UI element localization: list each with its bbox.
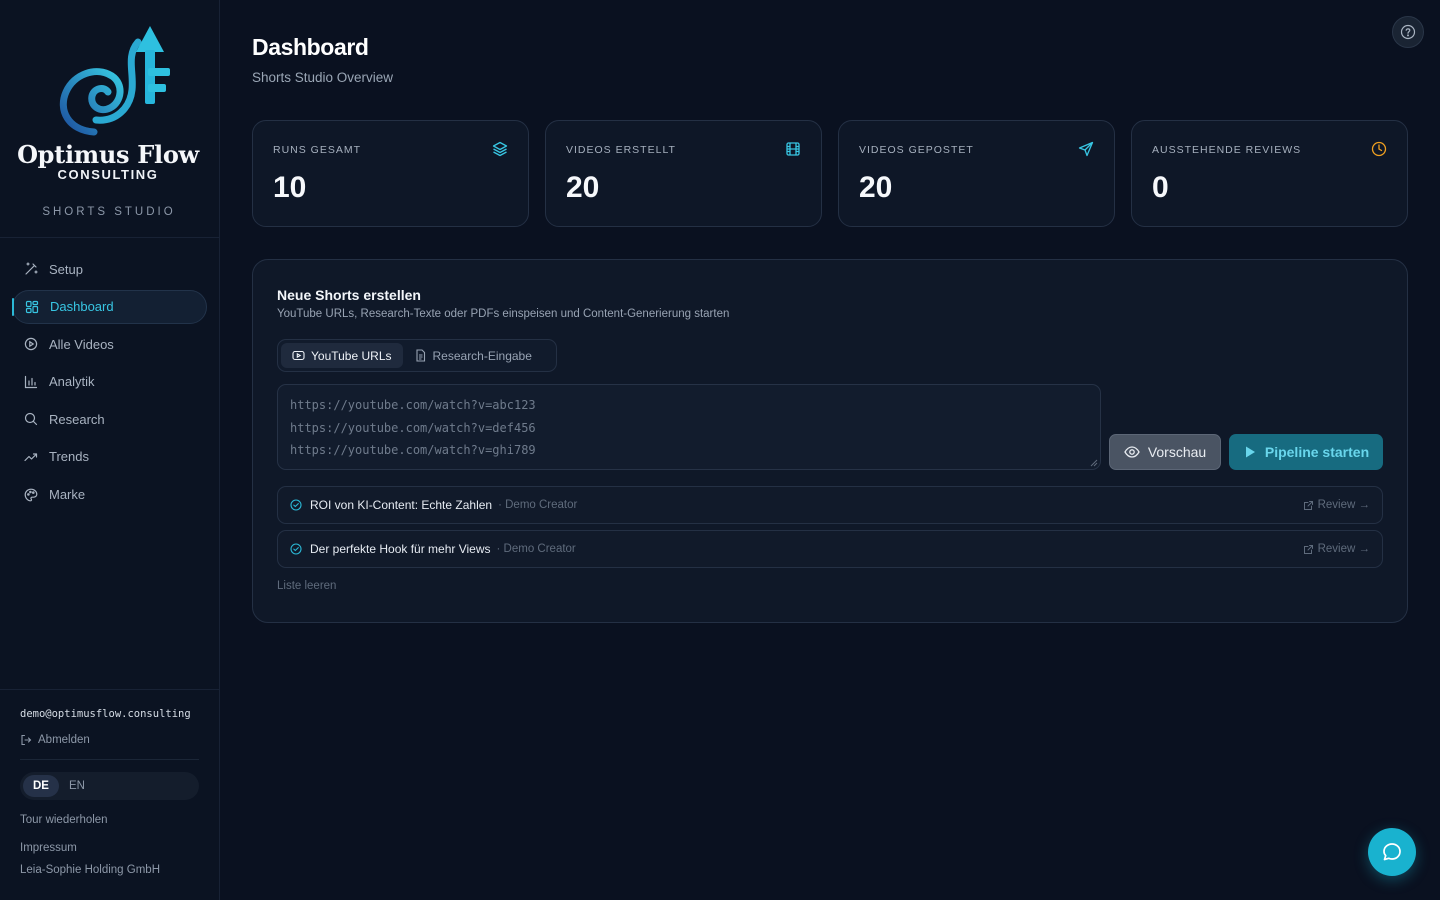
input-tabs: YouTube URLs Research-Eingabe	[277, 339, 557, 372]
main-content: Dashboard Shorts Studio Overview RUNS GE…	[220, 0, 1440, 900]
stat-label: RUNS GESAMT	[273, 144, 362, 156]
layers-icon	[492, 141, 508, 157]
send-icon	[1078, 141, 1094, 157]
list-item: Der perfekte Hook für mehr Views · Demo …	[277, 530, 1383, 568]
logout-icon	[21, 734, 32, 746]
logout-link[interactable]: Abmelden	[20, 734, 199, 746]
divider	[20, 759, 199, 760]
main-nav: Setup Dashboard Alle Videos Analytik Res…	[12, 252, 207, 515]
stat-value: 20	[859, 171, 893, 204]
create-shorts-panel: Neue Shorts erstellen YouTube URLs, Rese…	[252, 259, 1408, 623]
start-pipeline-label: Pipeline starten	[1264, 444, 1370, 460]
item-creator: · Demo Creator	[498, 499, 578, 511]
impressum-link[interactable]: Impressum	[20, 842, 199, 854]
brand-name: Optimus Flow	[17, 140, 199, 169]
film-icon	[786, 142, 800, 156]
chat-icon	[1383, 843, 1401, 861]
stat-label: VIDEOS ERSTELLT	[566, 144, 676, 156]
placeholder-line: https://youtube.com/watch?v=def456	[290, 420, 536, 435]
nav-label: Trends	[49, 449, 89, 465]
page-title: Dashboard	[252, 34, 369, 60]
play-icon	[1245, 446, 1255, 458]
brand-subtitle: CONSULTING	[57, 167, 159, 182]
help-button[interactable]	[1392, 16, 1424, 48]
review-link[interactable]: Review →	[1303, 531, 1370, 567]
preview-label: Vorschau	[1147, 444, 1207, 460]
stat-card-videos-created: VIDEOS ERSTELLT 20	[545, 120, 822, 227]
placeholder-line: https://youtube.com/watch?v=abc123	[290, 398, 536, 412]
optimus-flow-logo	[59, 26, 170, 136]
stat-value: 10	[273, 171, 307, 204]
resize-handle-icon[interactable]	[1090, 459, 1098, 467]
nav-item-trends[interactable]: Trends	[12, 440, 207, 474]
tab-label: YouTube URLs	[311, 348, 392, 363]
stat-card-videos-posted: VIDEOS GEPOSTET 20	[838, 120, 1115, 227]
external-link-icon	[1303, 500, 1313, 510]
clear-list-link[interactable]: Liste leeren	[277, 580, 336, 592]
tab-label: Research-Eingabe	[432, 348, 532, 363]
lang-de-button[interactable]: DE	[23, 775, 59, 797]
nav-label: Alle Videos	[49, 336, 114, 352]
list-item: ROI von KI-Content: Echte Zahlen · Demo …	[277, 486, 1383, 524]
review-label: Review →	[1317, 543, 1370, 555]
stat-card-pending-reviews: AUSSTEHENDE REVIEWS 0	[1131, 120, 1408, 227]
preview-button[interactable]: Vorschau	[1109, 434, 1221, 470]
nav-label: Setup	[49, 261, 83, 277]
review-label: Review →	[1317, 499, 1370, 511]
nav-item-marke[interactable]: Marke	[12, 478, 207, 512]
tab-youtube-urls[interactable]: YouTube URLs	[281, 343, 403, 368]
chat-button[interactable]	[1368, 828, 1416, 876]
eye-icon	[1124, 446, 1140, 458]
stat-value: 20	[566, 171, 600, 204]
account-section: demo@optimusflow.consulting Abmelden DE …	[0, 689, 219, 876]
nav-item-dashboard[interactable]: Dashboard	[12, 289, 207, 324]
nav-label: Research	[49, 411, 105, 427]
lang-en-button[interactable]: EN	[59, 775, 95, 797]
bar-chart-icon	[24, 375, 38, 389]
external-link-icon	[1303, 544, 1313, 554]
item-title: Der perfekte Hook für mehr Views	[310, 542, 491, 556]
clock-icon	[1371, 141, 1387, 157]
help-icon	[1400, 24, 1416, 40]
play-circle-icon	[24, 337, 38, 351]
tab-research-eingabe[interactable]: Research-Eingabe	[403, 343, 543, 368]
nav-label: Marke	[49, 487, 86, 503]
review-link[interactable]: Review →	[1303, 487, 1370, 523]
placeholder-line: https://youtube.com/watch?v=ghi789	[290, 443, 536, 458]
item-title: ROI von KI-Content: Echte Zahlen	[310, 498, 493, 512]
url-textarea[interactable]: https://youtube.com/watch?v=abc123 https…	[277, 384, 1101, 470]
grid-icon	[25, 300, 39, 314]
palette-icon	[24, 488, 38, 502]
account-email: demo@optimusflow.consulting	[20, 708, 191, 720]
tour-link[interactable]: Tour wiederholen	[20, 814, 199, 826]
language-switcher: DE EN	[20, 772, 199, 800]
stat-label: VIDEOS GEPOSTET	[859, 144, 974, 156]
nav-label: Dashboard	[50, 299, 114, 315]
stat-card-runs: RUNS GESAMT 10	[252, 120, 529, 227]
nav-label: Analytik	[49, 374, 95, 390]
stat-label: AUSSTEHENDE REVIEWS	[1152, 144, 1302, 156]
item-creator: · Demo Creator	[496, 543, 576, 555]
nav-item-alle-videos[interactable]: Alle Videos	[12, 327, 207, 361]
brand-block: Optimus Flow CONSULTING SHORTS STUDIO	[0, 0, 219, 238]
youtube-icon	[292, 350, 305, 361]
check-circle-icon	[290, 499, 302, 511]
stat-value: 0	[1152, 171, 1169, 204]
nav-item-setup[interactable]: Setup	[12, 252, 207, 286]
nav-item-research[interactable]: Research	[12, 402, 207, 436]
studio-label: SHORTS STUDIO	[42, 206, 176, 218]
trend-icon	[24, 450, 38, 464]
sidebar: Optimus Flow CONSULTING SHORTS STUDIO Se…	[0, 0, 220, 900]
panel-description: YouTube URLs, Research-Texte oder PDFs e…	[277, 308, 730, 320]
search-icon	[24, 412, 38, 426]
wand-icon	[24, 262, 38, 276]
panel-title: Neue Shorts erstellen	[277, 287, 421, 303]
document-icon	[415, 349, 425, 362]
company-name: Leia-Sophie Holding GmbH	[20, 864, 160, 876]
logout-label: Abmelden	[38, 734, 90, 746]
check-circle-icon	[290, 543, 302, 555]
nav-item-analytik[interactable]: Analytik	[12, 365, 207, 399]
page-subtitle: Shorts Studio Overview	[252, 70, 394, 85]
start-pipeline-button[interactable]: Pipeline starten	[1229, 434, 1383, 470]
